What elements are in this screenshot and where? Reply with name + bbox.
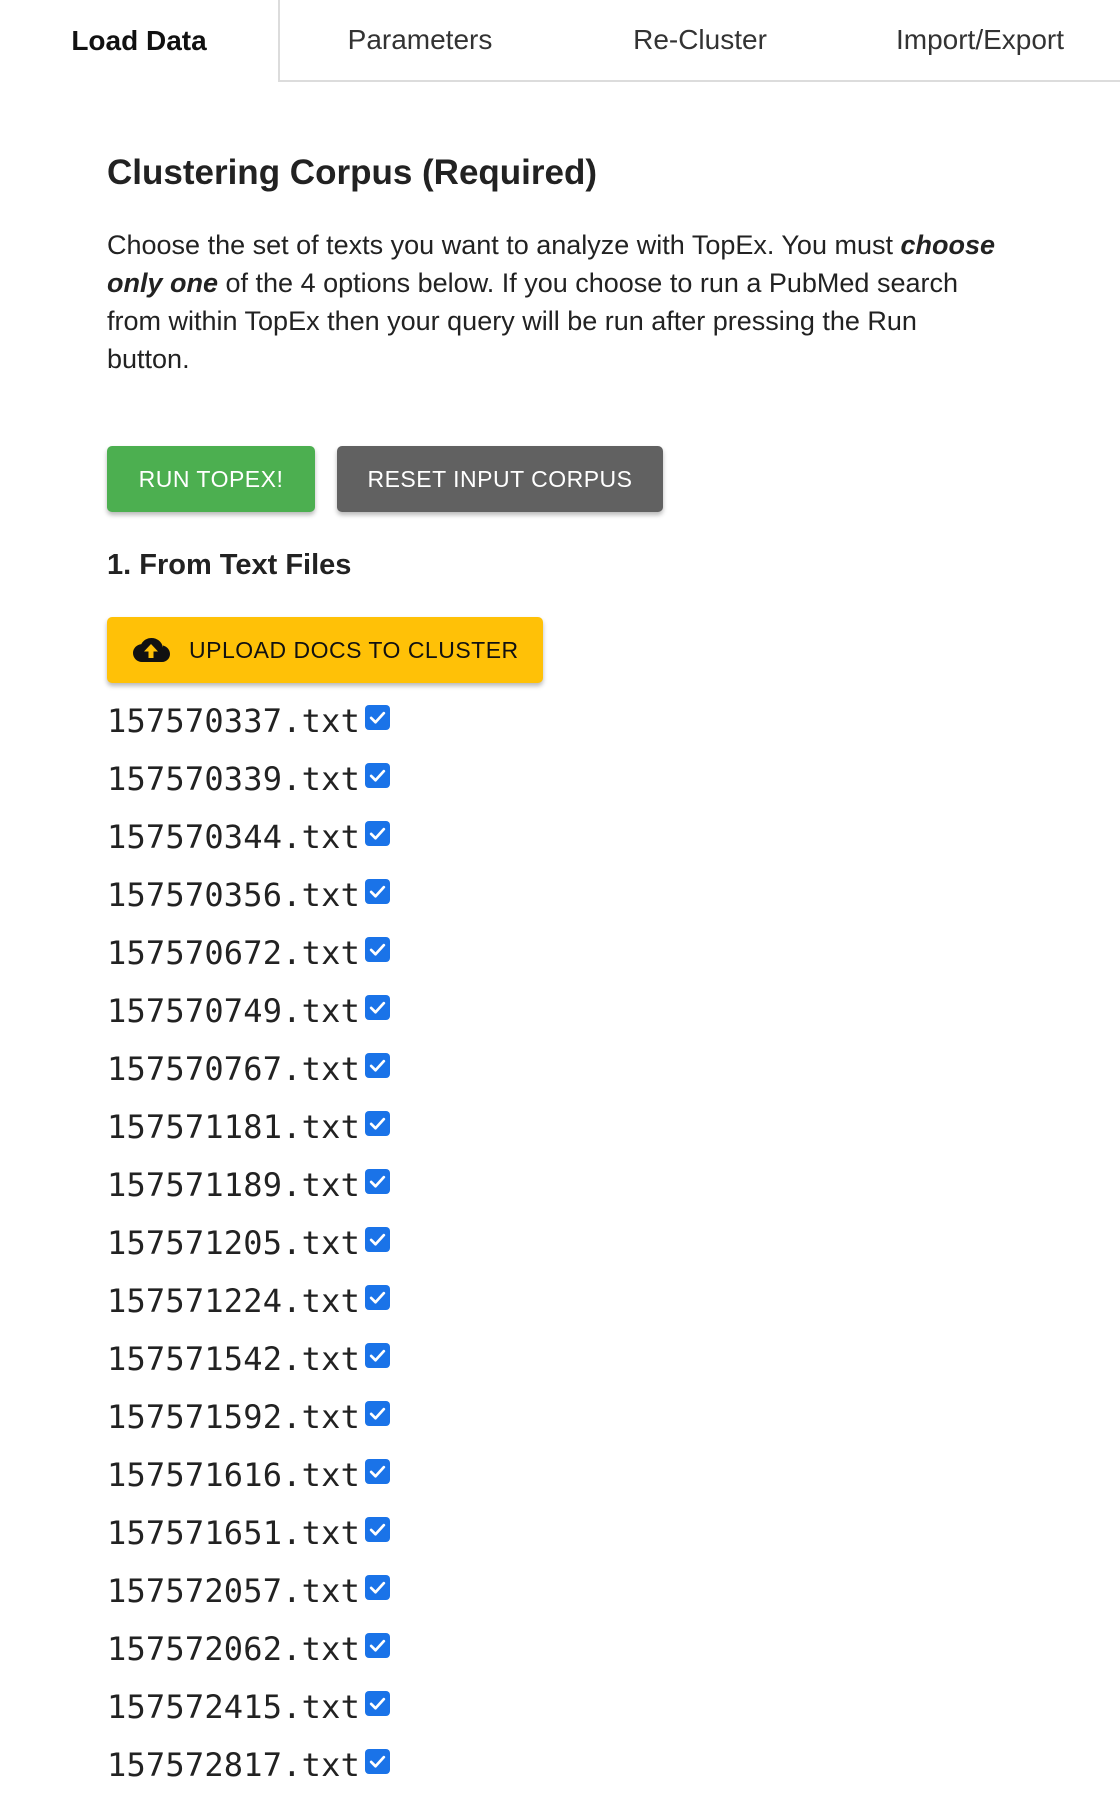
checkmark-icon <box>369 1291 386 1304</box>
tab-bar: Load Data Parameters Re-Cluster Import/E… <box>0 0 1120 82</box>
run-topex-label: RUN TOPEX! <box>138 465 284 492</box>
checkmark-icon <box>369 1059 386 1072</box>
file-checkbox[interactable] <box>365 820 390 846</box>
checkmark-icon <box>369 827 386 840</box>
intro-text-part2: of the 4 options below. If you choose to… <box>107 268 958 374</box>
tab-parameters[interactable]: Parameters <box>280 0 560 82</box>
file-checkbox[interactable] <box>365 1052 390 1078</box>
file-item: 157571592.txt <box>107 1388 390 1446</box>
file-item: 157571542.txt <box>107 1330 390 1388</box>
checkmark-icon <box>369 711 386 724</box>
file-item: 157570339.txt <box>107 750 390 808</box>
file-name: 157570344.txt <box>107 818 361 856</box>
checkmark-icon <box>369 1117 386 1130</box>
file-name: 157571181.txt <box>107 1108 361 1146</box>
run-topex-button[interactable]: RUN TOPEX! <box>107 446 315 512</box>
file-name: 157570337.txt <box>107 702 361 740</box>
file-checkbox[interactable] <box>365 704 390 730</box>
file-item: 157570356.txt <box>107 866 390 924</box>
file-item: 157572415.txt <box>107 1678 390 1736</box>
file-checkbox[interactable] <box>365 1458 390 1484</box>
file-item: 157571616.txt <box>107 1446 390 1504</box>
checkmark-icon <box>369 1349 386 1362</box>
file-item: 157571224.txt <box>107 1272 390 1330</box>
intro-text: Choose the set of texts you want to anal… <box>107 226 997 378</box>
checkmark-icon <box>369 1755 386 1768</box>
reset-input-corpus-label: RESET INPUT CORPUS <box>367 465 633 492</box>
file-name: 157570672.txt <box>107 934 361 972</box>
file-name: 157572057.txt <box>107 1572 361 1610</box>
tab-re-cluster[interactable]: Re-Cluster <box>560 0 840 82</box>
file-item: 157572817.txt <box>107 1736 390 1794</box>
file-name: 157571189.txt <box>107 1166 361 1204</box>
checkmark-icon <box>369 1465 386 1478</box>
file-name: 157570767.txt <box>107 1050 361 1088</box>
file-item: 157571205.txt <box>107 1214 390 1272</box>
upload-docs-label: UPLOAD DOCS TO CLUSTER <box>189 636 519 663</box>
file-name: 157571205.txt <box>107 1224 361 1262</box>
upload-docs-button[interactable]: UPLOAD DOCS TO CLUSTER <box>107 617 543 683</box>
file-checkbox[interactable] <box>365 1748 390 1774</box>
file-name: 157570339.txt <box>107 760 361 798</box>
file-checkbox[interactable] <box>365 762 390 788</box>
checkmark-icon <box>369 1407 386 1420</box>
file-name: 157571542.txt <box>107 1340 361 1378</box>
file-name: 157570356.txt <box>107 876 361 914</box>
file-name: 157571592.txt <box>107 1398 361 1436</box>
page-title: Clustering Corpus (Required) <box>107 153 598 192</box>
file-name: 157572415.txt <box>107 1688 361 1726</box>
file-item: 157571181.txt <box>107 1098 390 1156</box>
file-checkbox[interactable] <box>365 994 390 1020</box>
file-checkbox[interactable] <box>365 1690 390 1716</box>
file-checkbox[interactable] <box>365 1226 390 1252</box>
file-name: 157570749.txt <box>107 992 361 1030</box>
file-list: 157570337.txt 157570339.txt 157570344.txt 1… <box>107 692 390 1794</box>
tab-import-export[interactable]: Import/Export <box>840 0 1120 82</box>
file-checkbox[interactable] <box>365 1168 390 1194</box>
file-name: 157572817.txt <box>107 1746 361 1784</box>
checkmark-icon <box>369 1523 386 1536</box>
file-item: 157571651.txt <box>107 1504 390 1562</box>
file-name: 157572062.txt <box>107 1630 361 1668</box>
file-name: 157571651.txt <box>107 1514 361 1552</box>
file-checkbox[interactable] <box>365 1284 390 1310</box>
file-checkbox[interactable] <box>365 936 390 962</box>
checkmark-icon <box>369 769 386 782</box>
file-item: 157572057.txt <box>107 1562 390 1620</box>
cloud-upload-icon <box>133 638 170 662</box>
checkmark-icon <box>369 885 386 898</box>
checkmark-icon <box>369 1581 386 1594</box>
file-item: 157570672.txt <box>107 924 390 982</box>
file-checkbox[interactable] <box>365 878 390 904</box>
file-item: 157571189.txt <box>107 1156 390 1214</box>
file-item: 157570749.txt <box>107 982 390 1040</box>
file-checkbox[interactable] <box>365 1632 390 1658</box>
checkmark-icon <box>369 1233 386 1246</box>
tab-load-data[interactable]: Load Data <box>0 0 280 82</box>
file-checkbox[interactable] <box>365 1342 390 1368</box>
checkmark-icon <box>369 943 386 956</box>
file-name: 157571616.txt <box>107 1456 361 1494</box>
checkmark-icon <box>369 1697 386 1710</box>
file-checkbox[interactable] <box>365 1400 390 1426</box>
file-item: 157570767.txt <box>107 1040 390 1098</box>
intro-text-part1: Choose the set of texts you want to anal… <box>107 230 901 260</box>
file-checkbox[interactable] <box>365 1110 390 1136</box>
file-checkbox[interactable] <box>365 1516 390 1542</box>
file-item: 157572062.txt <box>107 1620 390 1678</box>
file-item: 157570344.txt <box>107 808 390 866</box>
checkmark-icon <box>369 1001 386 1014</box>
file-checkbox[interactable] <box>365 1574 390 1600</box>
file-name: 157571224.txt <box>107 1282 361 1320</box>
checkmark-icon <box>369 1639 386 1652</box>
reset-input-corpus-button[interactable]: RESET INPUT CORPUS <box>337 446 663 512</box>
section-title-text-files: 1. From Text Files <box>107 549 352 581</box>
file-item: 157570337.txt <box>107 692 390 750</box>
checkmark-icon <box>369 1175 386 1188</box>
